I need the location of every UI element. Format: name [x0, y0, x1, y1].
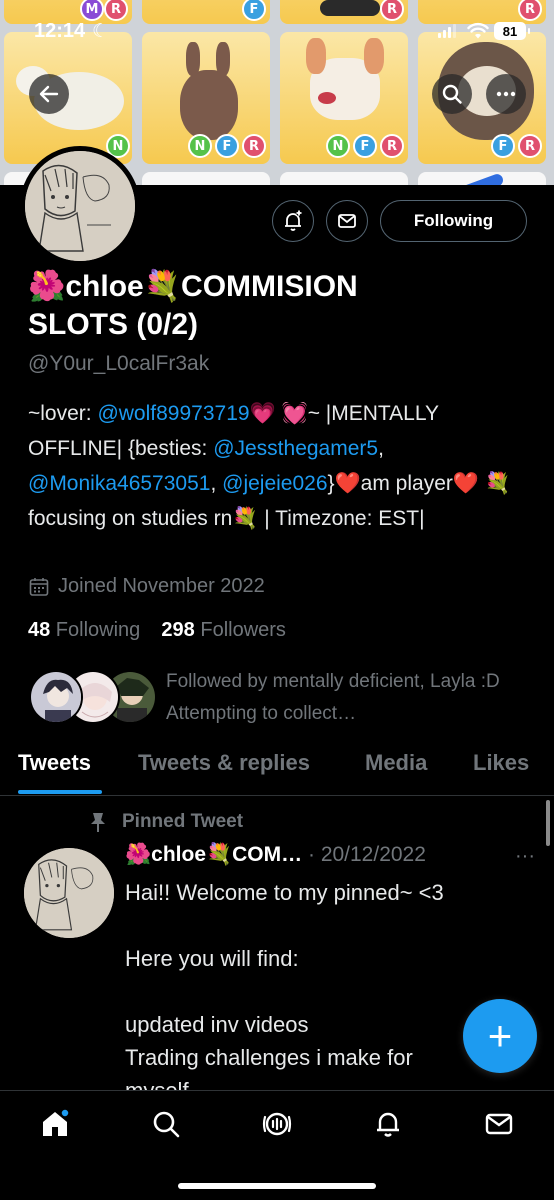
battery-level: 81 — [502, 23, 518, 39]
joined-date: Joined November 2022 — [28, 575, 265, 598]
banner-pet-tile — [280, 172, 408, 185]
signal-icon — [438, 24, 456, 38]
more-horizontal-icon — [496, 91, 516, 97]
home-indicator — [178, 1183, 376, 1189]
bio-text: ~lover: — [28, 402, 98, 425]
calendar-icon — [29, 577, 49, 596]
badge-n: N — [326, 134, 350, 158]
nav-spaces[interactable] — [260, 1107, 294, 1141]
pin-icon — [91, 813, 105, 832]
compose-tweet-button[interactable]: + — [463, 999, 537, 1073]
tweet-separator: · — [302, 843, 321, 866]
user-handle: @Y0ur_L0calFr3ak — [28, 352, 210, 375]
pinned-tweet-label: Pinned Tweet — [88, 811, 243, 833]
moon-icon: ☾ — [92, 21, 110, 42]
display-name-line2: SLOTS (0/2) — [28, 308, 199, 341]
tab-tweets[interactable]: Tweets — [18, 750, 91, 776]
tab-likes[interactable]: Likes — [473, 750, 529, 776]
badge-n: N — [188, 134, 212, 158]
profile-avatar[interactable] — [20, 146, 140, 266]
message-button[interactable] — [326, 200, 368, 242]
tweet-line — [125, 975, 535, 1008]
followers-count: 298 — [161, 619, 195, 641]
pinned-label-text: Pinned Tweet — [122, 811, 244, 832]
followers-count-link[interactable]: 298 Followers — [161, 619, 286, 641]
followed-by-text[interactable]: Followed by mentally deficient, Layla :D… — [166, 666, 506, 730]
search-icon — [442, 84, 462, 104]
following-count-link[interactable]: 48 Following — [28, 619, 140, 641]
following-label: Following — [50, 619, 141, 641]
badge-f: F — [353, 134, 377, 158]
bio-mention-link[interactable]: @Monika46573051 — [28, 472, 210, 495]
follower-avatar — [29, 670, 83, 724]
tweet-line — [125, 909, 535, 942]
badge-r: R — [380, 134, 404, 158]
arrow-left-icon — [39, 85, 59, 103]
home-icon — [43, 1108, 70, 1136]
nav-search[interactable] — [149, 1107, 183, 1141]
nav-home[interactable] — [38, 1107, 72, 1141]
followers-label: Followers — [194, 619, 286, 641]
status-time: 12:14 — [34, 20, 86, 42]
avatar-drawing — [25, 151, 135, 261]
display-name: 🌺chloe💐COMMISION SLOTS (0/2) — [28, 268, 528, 344]
bio-text: , — [210, 472, 223, 495]
active-tab-indicator — [18, 790, 102, 794]
search-icon — [153, 1111, 180, 1138]
bio-mention-link[interactable]: @Jessthegamer5 — [213, 437, 378, 460]
tweet-line: Here you will find: — [125, 946, 299, 971]
badge-r: R — [518, 134, 542, 158]
spaces-icon — [262, 1112, 292, 1136]
more-options-button[interactable] — [486, 74, 526, 114]
bell-icon — [377, 1112, 399, 1137]
profile-tabs: Tweets Tweets & replies Media Likes — [0, 744, 554, 796]
tab-media[interactable]: Media — [365, 750, 427, 776]
following-count: 48 — [28, 619, 51, 641]
profile-bio: ~lover: @wolf89973719💗 💓~ |MENTALLY OFFL… — [28, 396, 528, 536]
badge-r: R — [242, 134, 266, 158]
follow-counts: 48 Following 298 Followers — [28, 619, 286, 642]
following-button[interactable]: Following — [380, 200, 527, 242]
nav-messages[interactable] — [482, 1107, 516, 1141]
search-button[interactable] — [432, 74, 472, 114]
tweet-header: 🌺chloe💐COM… · 20/12/2022 ··· — [125, 843, 535, 867]
back-button[interactable] — [29, 74, 69, 114]
joined-label: Joined November 2022 — [58, 575, 265, 597]
nav-notifications[interactable] — [371, 1107, 405, 1141]
scrollbar[interactable] — [546, 800, 550, 846]
badge-f: F — [491, 134, 515, 158]
tweet-author-avatar[interactable] — [24, 848, 114, 938]
bio-text: , — [378, 437, 384, 460]
status-bar: 12:14 ☾ 81 — [0, 0, 554, 60]
tweet-body[interactable]: Hai!! Welcome to my pinned~ <3 Here you … — [125, 876, 535, 1107]
battery-indicator: 81 — [494, 22, 530, 40]
tweet-date[interactable]: 20/12/2022 — [321, 843, 426, 866]
notify-button[interactable] — [272, 200, 314, 242]
banner-pet-tile — [418, 172, 546, 185]
avatar-drawing — [24, 848, 114, 938]
wifi-icon — [467, 22, 489, 39]
banner-pet-tile — [142, 172, 270, 185]
bell-plus-icon — [285, 210, 302, 231]
tweet-more-button[interactable]: ··· — [515, 845, 535, 868]
tweet-line: Hai!! Welcome to my pinned~ <3 — [125, 880, 444, 905]
mail-icon — [485, 1113, 513, 1135]
bio-mention-link[interactable]: @jejeie026 — [222, 472, 327, 495]
badge-f: F — [215, 134, 239, 158]
plus-icon: + — [487, 1012, 513, 1059]
bio-mention-link[interactable]: @wolf89973719 — [97, 402, 249, 425]
tab-tweets-and-replies[interactable]: Tweets & replies — [138, 750, 310, 776]
mail-icon — [338, 214, 356, 228]
display-name-line1: 🌺chloe💐COMMISION — [28, 270, 358, 303]
tweet-author-name[interactable]: 🌺chloe💐COM… — [125, 843, 302, 866]
